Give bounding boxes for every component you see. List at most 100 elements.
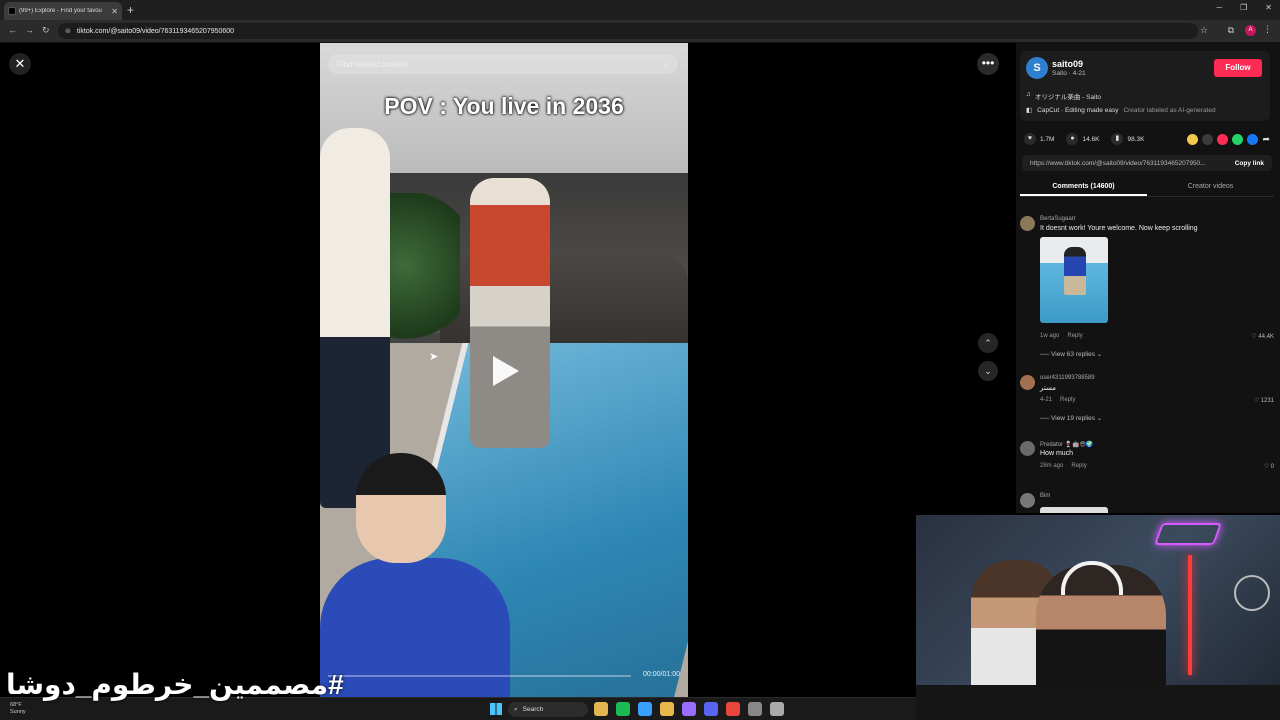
taskbar-search-label: Search xyxy=(522,706,544,713)
follow-button[interactable]: Follow xyxy=(1214,59,1262,77)
video-frame-woman xyxy=(470,178,550,448)
replies-divider: ── xyxy=(1040,415,1052,422)
author-subtitle: Saito · 4-21 xyxy=(1052,70,1086,77)
copy-link-button[interactable]: Copy link xyxy=(1227,160,1272,167)
play-icon[interactable] xyxy=(493,356,519,386)
browser-menu-icon[interactable]: ⋮ xyxy=(1263,24,1272,35)
spotify-icon[interactable] xyxy=(616,702,630,716)
windows-start-icon[interactable] xyxy=(490,703,502,715)
edge-icon[interactable] xyxy=(638,702,652,716)
comment-time: 1w ago xyxy=(1040,333,1060,339)
comment-avatar[interactable] xyxy=(1020,216,1035,231)
comment-avatar[interactable] xyxy=(1020,493,1035,508)
comment-image-figure xyxy=(1064,247,1086,295)
comment-username[interactable]: Predator 🍷🤖😎🌍 xyxy=(1040,441,1093,448)
url-field[interactable]: ⊜ tiktok.com/@saito09/video/763119346520… xyxy=(58,23,1198,39)
back-icon[interactable]: ← xyxy=(8,25,17,35)
forward-icon[interactable]: → xyxy=(25,25,34,35)
settings-icon[interactable] xyxy=(770,702,784,716)
capcut-label[interactable]: CapCut · Editing made easy xyxy=(1037,107,1118,114)
hashtag-overlay: #مصممين_خرطوم_دوشا xyxy=(6,669,344,700)
widgets-app-icon[interactable] xyxy=(594,702,608,716)
comment-text: How much xyxy=(1040,450,1074,457)
comment-meta: 28m ago Reply xyxy=(1040,463,1087,469)
window-close-icon[interactable]: ✕ xyxy=(1265,3,1272,12)
chrome-icon[interactable] xyxy=(726,702,740,716)
author-avatar[interactable]: S xyxy=(1026,57,1048,79)
facebook-icon[interactable] xyxy=(1247,133,1259,145)
app-icon[interactable] xyxy=(748,702,762,716)
more-options-icon[interactable]: ••• xyxy=(977,53,999,75)
extensions-icon[interactable]: ⧉ xyxy=(1228,25,1234,36)
video-player[interactable]: Find related content ⌕ POV : You live in… xyxy=(320,43,688,697)
comment-username[interactable]: BertaSugaarr xyxy=(1040,216,1076,222)
comment-like-count: 0 xyxy=(1270,464,1274,470)
comment-text: مستر xyxy=(1040,385,1056,392)
bookmark-star-icon[interactable]: ☆ xyxy=(1200,25,1208,36)
discord-icon[interactable] xyxy=(704,702,718,716)
profile-avatar[interactable]: A xyxy=(1245,25,1256,36)
video-link-row: https://www.tiktok.com/@saito09/video/76… xyxy=(1022,155,1272,171)
share-arrow-icon[interactable]: ➦ xyxy=(1262,134,1270,145)
new-tab-icon[interactable]: + xyxy=(127,3,134,17)
comment-like-count: 44.4K xyxy=(1258,334,1274,340)
video-link-text[interactable]: https://www.tiktok.com/@saito09/video/76… xyxy=(1022,160,1227,167)
comment-like[interactable]: ♡ 1231 xyxy=(1254,397,1274,404)
view-replies-label: View 63 replies xyxy=(1051,351,1095,358)
desk-fan xyxy=(1234,575,1270,611)
ai-generated-label: Creator labeled as AI-generated xyxy=(1123,106,1216,114)
taskbar-apps xyxy=(594,702,784,716)
close-video-button[interactable]: ✕ xyxy=(9,53,31,75)
embed-icon[interactable] xyxy=(1202,133,1214,145)
file-explorer-icon[interactable] xyxy=(660,702,674,716)
weather-widget[interactable]: 68°F Sunny xyxy=(10,702,26,716)
find-related-search[interactable]: Find related content ⌕ xyxy=(328,54,678,74)
music-title: オリジナル楽曲 - Saito xyxy=(1034,94,1101,101)
comment-image[interactable] xyxy=(1040,237,1108,323)
browser-tab[interactable]: (99+) Explore - Find your favou ✕ xyxy=(4,2,122,20)
comment-item: Bim xyxy=(1020,493,1274,513)
comment-username[interactable]: user4311993788589 xyxy=(1040,375,1095,381)
like-count: 1.7M xyxy=(1040,135,1055,143)
comment-image[interactable] xyxy=(1040,507,1108,513)
like-action[interactable]: ♥ 1.7M xyxy=(1024,133,1054,145)
video-progress-bar[interactable] xyxy=(328,675,631,677)
music-line[interactable]: ♫ オリジナル楽曲 - Saito xyxy=(1026,91,1101,101)
author-name[interactable]: saito09 xyxy=(1052,59,1083,69)
comment-username[interactable]: Bim xyxy=(1040,493,1050,499)
maximize-icon[interactable]: ❐ xyxy=(1240,3,1247,12)
tab-comments[interactable]: Comments (14600) xyxy=(1020,179,1147,196)
comment-reply-button[interactable]: Reply xyxy=(1071,463,1086,469)
tab-creator-videos[interactable]: Creator videos xyxy=(1147,179,1274,196)
comment-avatar[interactable] xyxy=(1020,441,1035,456)
friends-share-icon[interactable] xyxy=(1187,133,1199,145)
save-action[interactable]: ▮ 98.3K xyxy=(1111,133,1144,145)
reload-icon[interactable]: ↻ xyxy=(42,25,50,36)
taskbar-search[interactable]: ⌕ Search xyxy=(508,702,588,717)
comment-time: 4-21 xyxy=(1040,397,1053,403)
panel-tabs: Comments (14600) Creator videos xyxy=(1020,179,1274,197)
capcut-line: ◧ CapCut · Editing made easy Creator lab… xyxy=(1026,106,1216,115)
comment-avatar[interactable] xyxy=(1020,375,1035,390)
minimize-icon[interactable]: ─ xyxy=(1216,3,1222,12)
comment-reply-button[interactable]: Reply xyxy=(1060,397,1075,403)
copilot-icon[interactable] xyxy=(682,702,696,716)
comment-time: 28m ago xyxy=(1040,463,1064,469)
comment-like[interactable]: ♡ 44.4K xyxy=(1251,333,1274,340)
search-icon[interactable]: ⌕ xyxy=(664,59,669,70)
comment-like[interactable]: ♡ 0 xyxy=(1264,463,1274,470)
previous-video-icon[interactable]: ⌃ xyxy=(978,333,998,353)
view-replies-button[interactable]: ── View 19 replies ⌄ xyxy=(1040,414,1102,422)
comment-reply-button[interactable]: Reply xyxy=(1067,333,1082,339)
view-replies-button[interactable]: ── View 63 replies ⌄ xyxy=(1040,350,1102,358)
comment-meta: 1w ago Reply xyxy=(1040,333,1083,339)
whatsapp-icon[interactable] xyxy=(1232,133,1244,145)
tab-close-icon[interactable]: ✕ xyxy=(111,7,118,16)
capcut-icon: ◧ xyxy=(1026,107,1033,114)
window-controls: ─ ❐ ✕ xyxy=(1216,3,1272,12)
send-icon[interactable] xyxy=(1217,133,1229,145)
next-video-icon[interactable]: ⌄ xyxy=(978,361,998,381)
url-text: tiktok.com/@saito09/video/76311934652079… xyxy=(76,27,235,35)
site-info-icon[interactable]: ⊜ xyxy=(65,27,71,35)
comment-action[interactable]: ● 14.6K xyxy=(1066,133,1099,145)
